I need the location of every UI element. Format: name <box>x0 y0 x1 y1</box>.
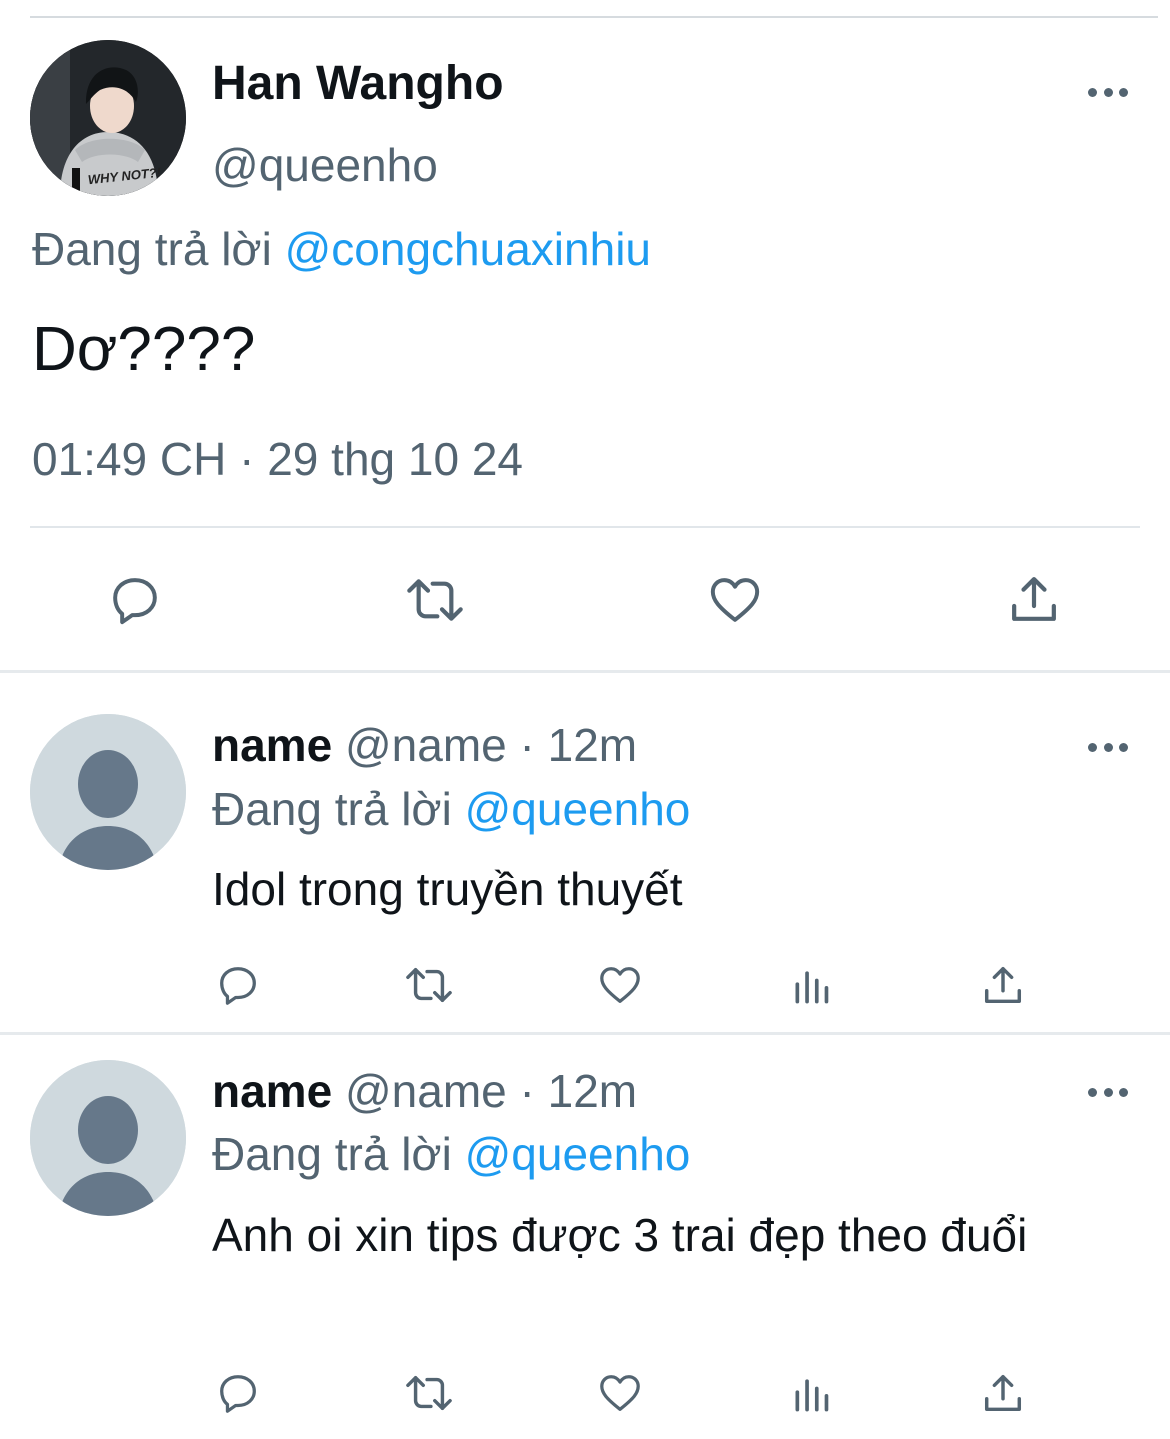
default-avatar-icon <box>30 1060 186 1216</box>
reply-header: name @name · 12m <box>212 1064 637 1118</box>
reply-time[interactable]: 12m <box>548 719 637 771</box>
divider <box>30 526 1140 528</box>
reply-time[interactable]: 12m <box>548 1065 637 1117</box>
like-icon[interactable] <box>706 572 764 628</box>
separator: · <box>519 1065 535 1117</box>
mention-link[interactable]: @queenho <box>465 783 691 835</box>
more-options-icon[interactable] <box>1088 1086 1128 1098</box>
replying-to-label: Đang trả lời <box>212 1128 452 1180</box>
avatar[interactable] <box>30 1060 186 1216</box>
username-handle[interactable]: @name <box>345 719 507 771</box>
more-options-icon[interactable] <box>1088 86 1128 98</box>
reply-icon[interactable] <box>214 1370 262 1416</box>
retweet-icon[interactable] <box>400 962 458 1008</box>
replying-to-label: Đang trả lời <box>32 223 272 275</box>
display-name[interactable]: name <box>212 1065 332 1117</box>
reply-header: name @name · 12m <box>212 718 637 772</box>
replying-to-label: Đang trả lời <box>212 783 452 835</box>
views-icon[interactable] <box>790 1372 834 1416</box>
tweet-text: Dơ???? <box>32 315 256 384</box>
top-divider <box>30 16 1158 18</box>
reply-icon[interactable] <box>214 962 262 1008</box>
display-name[interactable]: Han Wangho <box>212 56 504 111</box>
share-icon[interactable] <box>980 962 1026 1008</box>
separator: · <box>519 719 535 771</box>
views-icon[interactable] <box>790 964 834 1008</box>
display-name[interactable]: name <box>212 719 332 771</box>
retweet-icon[interactable] <box>400 572 470 628</box>
share-icon[interactable] <box>980 1370 1026 1416</box>
replying-to-line: Đang trả lời @congchuaxinhiu <box>32 222 651 276</box>
replying-to-line: Đang trả lời @queenho <box>212 782 690 836</box>
like-icon[interactable] <box>596 962 644 1008</box>
reply-text: Anh oi xin tips được 3 trai đẹp theo đuổ… <box>212 1209 1028 1261</box>
like-icon[interactable] <box>596 1370 644 1416</box>
divider <box>0 1032 1170 1035</box>
avatar[interactable] <box>30 714 186 870</box>
share-icon[interactable] <box>1006 570 1062 628</box>
mention-link[interactable]: @congchuaxinhiu <box>285 223 651 275</box>
reply-icon[interactable] <box>106 572 164 628</box>
username-handle[interactable]: @queenho <box>212 138 438 192</box>
more-options-icon[interactable] <box>1088 741 1128 753</box>
reply-text: Idol trong truyền thuyết <box>212 863 683 915</box>
avatar[interactable]: WHY NOT?! <box>30 40 186 196</box>
username-handle[interactable]: @name <box>345 1065 507 1117</box>
avatar-photo: WHY NOT?! <box>30 40 186 196</box>
retweet-icon[interactable] <box>400 1370 458 1416</box>
divider <box>0 670 1170 673</box>
tweet-timestamp[interactable]: 01:49 CH · 29 thg 10 24 <box>32 432 523 486</box>
mention-link[interactable]: @queenho <box>465 1128 691 1180</box>
replying-to-line: Đang trả lời @queenho <box>212 1127 690 1181</box>
default-avatar-icon <box>30 714 186 870</box>
